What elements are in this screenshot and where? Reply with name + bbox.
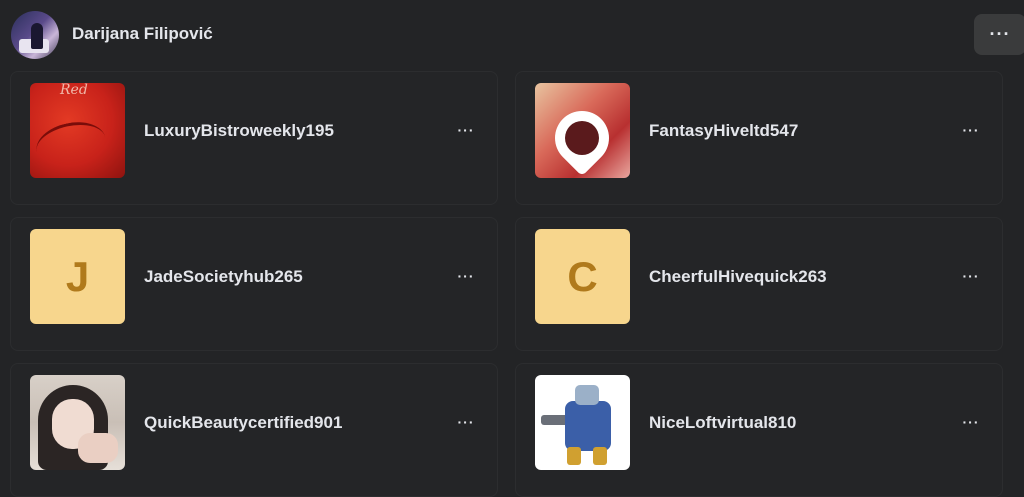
more-options-icon[interactable]: ···: [956, 261, 986, 291]
card-title[interactable]: FantasyHiveltd547: [649, 121, 798, 141]
list-item[interactable]: FantasyHiveltd547 ···: [515, 71, 1003, 205]
card-title[interactable]: LuxuryBistroweekly195: [144, 121, 334, 141]
card-title[interactable]: CheerfulHivequick263: [649, 267, 827, 287]
card-title[interactable]: NiceLoftvirtual810: [649, 413, 796, 433]
avatar-letter: C: [567, 252, 598, 300]
heart-frame-image[interactable]: [535, 83, 630, 178]
more-options-icon[interactable]: ···: [451, 261, 481, 291]
list-item[interactable]: J JadeSocietyhub265 ···: [10, 217, 498, 351]
avatar-letter: J: [65, 252, 90, 300]
letter-avatar[interactable]: J: [30, 229, 125, 324]
thumb-text: Red: [60, 83, 88, 98]
owner-avatar[interactable]: [11, 11, 59, 59]
owner-name[interactable]: Darijana Filipović: [72, 24, 213, 44]
card-title[interactable]: QuickBeautycertified901: [144, 413, 342, 433]
list-item[interactable]: Red LuxuryBistroweekly195 ···: [10, 71, 498, 205]
header-more-button[interactable]: ···: [974, 14, 1024, 55]
card-title[interactable]: JadeSocietyhub265: [144, 267, 303, 287]
list-item[interactable]: QuickBeautycertified901 ···: [10, 363, 498, 497]
list-item[interactable]: C CheerfulHivequick263 ···: [515, 217, 1003, 351]
red-artwork-image[interactable]: Red: [30, 83, 125, 178]
more-options-icon[interactable]: ···: [451, 407, 481, 437]
list-item[interactable]: NiceLoftvirtual810 ···: [515, 363, 1003, 497]
more-options-icon[interactable]: ···: [451, 115, 481, 145]
letter-avatar[interactable]: C: [535, 229, 630, 324]
robot-figure-image[interactable]: [535, 375, 630, 470]
more-options-icon[interactable]: ···: [956, 115, 986, 145]
profile-header: Darijana Filipović ···: [0, 0, 1024, 70]
more-options-icon[interactable]: ···: [956, 407, 986, 437]
girl-photo-image[interactable]: [30, 375, 125, 470]
